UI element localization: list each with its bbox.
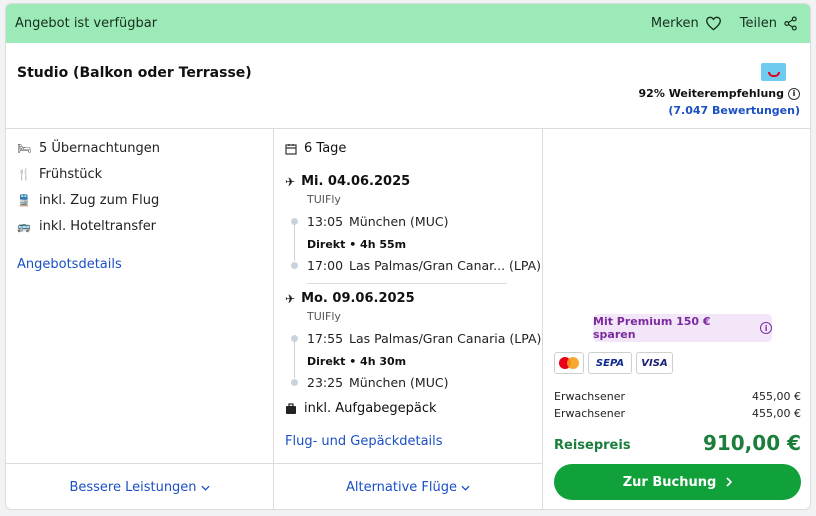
heart-icon: [705, 16, 721, 31]
arr-time: 17:00: [307, 258, 344, 273]
date-text: Mo. 09.06.2025: [301, 291, 415, 306]
dep-place: Las Palmas/Gran Canaria (LPA): [349, 331, 542, 346]
baggage-info: inkl. Aufgabegepäck: [285, 401, 437, 416]
book-label: Zur Buchung: [622, 474, 717, 490]
timeline-line: [294, 342, 295, 378]
timeline-dot: [291, 262, 298, 269]
save-label: Merken: [650, 16, 699, 31]
feature-label: 5 Übernachtungen: [39, 141, 160, 156]
recommendation-rate: 92% Weiterempfehlung i: [639, 87, 800, 100]
traveller-price: 455,00 €: [752, 390, 801, 403]
book-button[interactable]: Zur Buchung: [554, 464, 801, 500]
features-column: 🛏 5 Übernachtungen 🍴 Frühstück 🚆 inkl. Z…: [6, 129, 274, 509]
flight-baggage-details-link[interactable]: Flug- und Gepäckdetails: [285, 434, 443, 449]
availability-text: Angebot ist verfügbar: [15, 16, 158, 31]
timeline-dot: [291, 335, 298, 342]
reviews-link[interactable]: (7.047 Bewertungen): [668, 104, 800, 117]
price-row: Erwachsener 455,00 €: [554, 390, 801, 403]
arr-place: München (MUC): [349, 375, 449, 390]
inbound-info: Direkt • 4h 30m: [307, 355, 407, 368]
cutlery-icon: 🍴: [17, 168, 31, 181]
trip-duration: 6 Tage: [285, 141, 346, 156]
feature-label: inkl. Zug zum Flug: [39, 193, 160, 208]
dep-place: München (MUC): [349, 214, 449, 229]
baggage-text: inkl. Aufgabegepäck: [304, 401, 437, 416]
traveller-label: Erwachsener: [554, 407, 625, 420]
arr-place: Las Palmas/Gran Canar... (LPA): [349, 258, 542, 273]
share-label: Teilen: [739, 16, 777, 31]
feature-board: 🍴 Frühstück: [17, 167, 102, 182]
duration-text: 6 Tage: [304, 141, 347, 156]
premium-savings-badge[interactable]: Mit Premium 150 € sparen i: [593, 314, 772, 342]
inbound-airline: TUIFly: [307, 310, 341, 323]
divider: [307, 283, 507, 284]
outbound-departure: 13:05 München (MUC): [307, 214, 448, 229]
train-icon: 🚆: [17, 194, 31, 207]
feature-label: inkl. Hoteltransfer: [39, 219, 157, 234]
outbound-info: Direkt • 4h 55m: [307, 238, 407, 251]
share-icon: [784, 16, 797, 31]
feature-label: Frühstück: [39, 167, 103, 182]
timeline-line: [294, 225, 295, 261]
tui-logo: [761, 63, 786, 81]
feature-transfer: 🚌 inkl. Hoteltransfer: [17, 219, 156, 234]
mastercard-icon: [554, 352, 584, 374]
room-title: Studio (Balkon oder Terrasse): [17, 65, 252, 81]
calendar-icon: [285, 143, 297, 155]
plane-departure-icon: ✈: [285, 174, 296, 189]
better-services-label: Bessere Leistungen: [69, 480, 197, 495]
traveller-price: 455,00 €: [752, 407, 801, 420]
chevron-down-icon: [461, 485, 470, 491]
timeline-dot: [291, 379, 298, 386]
inbound-date: ✈ Mo. 09.06.2025: [285, 291, 415, 306]
feature-nights: 🛏 5 Übernachtungen: [17, 141, 160, 156]
banner-actions: Merken Teilen: [651, 16, 798, 31]
outbound-date: ✈ Mi. 04.06.2025: [285, 174, 410, 189]
chevron-right-icon: [726, 477, 733, 487]
chevron-down-icon: [200, 485, 210, 491]
plane-arrival-icon: ✈: [285, 291, 296, 306]
suitcase-icon: [286, 402, 296, 414]
bed-icon: 🛏: [17, 142, 31, 155]
visa-icon: VISA: [636, 352, 673, 374]
info-icon[interactable]: i: [788, 87, 800, 100]
outbound-arrival: 17:00 Las Palmas/Gran Canar... (LPA): [307, 258, 541, 273]
dep-time: 17:55: [307, 331, 344, 346]
traveller-label: Erwachsener: [554, 390, 625, 403]
total-price: 910,00 €: [702, 431, 801, 455]
inbound-departure: 17:55 Las Palmas/Gran Canaria (LPA): [307, 331, 541, 346]
alternative-flights-label: Alternative Flüge: [345, 480, 458, 495]
premium-text: Mit Premium 150 € sparen: [593, 315, 711, 341]
availability-banner: Angebot ist verfügbar Merken Teilen: [6, 4, 810, 43]
share-button[interactable]: Teilen: [740, 16, 798, 31]
offer-header: Studio (Balkon oder Terrasse) 92% Weiter…: [6, 43, 810, 129]
sepa-icon: SEPA: [588, 352, 632, 374]
offer-card: Angebot ist verfügbar Merken Teilen Stud…: [5, 3, 811, 510]
inbound-arrival: 23:25 München (MUC): [307, 375, 448, 390]
offer-details-link[interactable]: Angebotsdetails: [17, 257, 122, 272]
info-icon[interactable]: i: [760, 322, 772, 334]
alternative-flights-button[interactable]: Alternative Flüge: [274, 463, 542, 509]
flights-column: 6 Tage ✈ Mi. 04.06.2025 TUIFly 13:05 Mün…: [274, 129, 543, 509]
recommendation-text: 92% Weiterempfehlung: [638, 87, 784, 100]
save-button[interactable]: Merken: [651, 16, 722, 31]
timeline-dot: [291, 218, 298, 225]
outbound-airline: TUIFly: [307, 193, 341, 206]
feature-train: 🚆 inkl. Zug zum Flug: [17, 193, 159, 208]
arr-time: 23:25: [307, 375, 344, 390]
bus-icon: 🚌: [17, 220, 31, 233]
total-label: Reisepreis: [554, 438, 631, 453]
better-services-button[interactable]: Bessere Leistungen: [6, 463, 273, 509]
dep-time: 13:05: [307, 214, 344, 229]
pricing-column: Mit Premium 150 € sparen i SEPA VISA Erw…: [543, 129, 810, 509]
date-text: Mi. 04.06.2025: [301, 174, 411, 189]
price-row: Erwachsener 455,00 €: [554, 407, 801, 420]
